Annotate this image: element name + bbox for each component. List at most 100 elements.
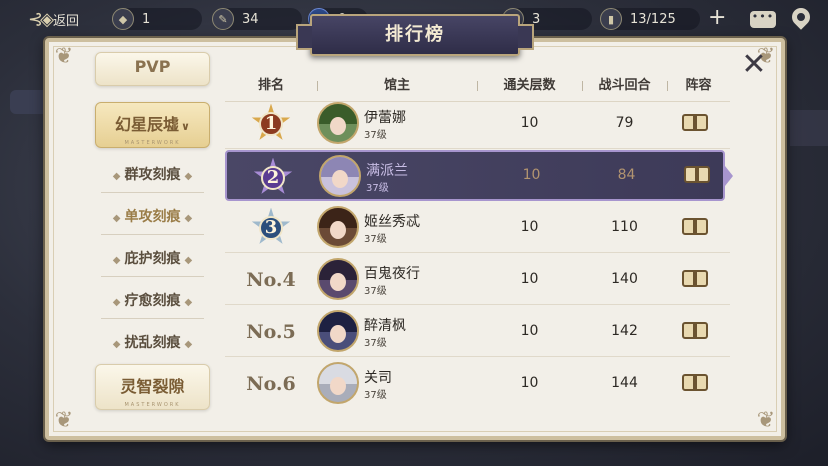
avatar[interactable] xyxy=(317,258,359,300)
resource-shield[interactable]: ◆ 1 xyxy=(112,8,202,30)
owner-cell: 姬丝秀忒 37级 xyxy=(317,202,477,253)
lineup-book-icon[interactable] xyxy=(684,165,712,185)
silver-rank-medal-icon: 2 xyxy=(250,155,296,201)
menu-card-pvp[interactable]: PVP xyxy=(95,52,210,86)
rank-cell: 1 xyxy=(225,98,317,149)
owner-name: 关司 xyxy=(364,370,392,386)
diamond-deco-icon: ◆ xyxy=(184,339,193,350)
masterwork-caption: MASTERWORK xyxy=(124,402,181,408)
bronze-rank-medal-icon: 3 xyxy=(248,205,294,251)
back-arrow-icon: ⊰◈ xyxy=(28,8,54,30)
rounds-value: 142 xyxy=(611,323,638,339)
floors-value: 10 xyxy=(520,375,539,391)
rank-cell: No.5 xyxy=(225,306,317,357)
diamond-deco-icon: ◆ xyxy=(112,297,121,308)
menu-divider xyxy=(101,234,204,235)
owner-cell: 百鬼夜行 37级 xyxy=(317,254,477,305)
gold-rank-medal-icon: 1 xyxy=(248,101,294,147)
owner-level: 37级 xyxy=(364,338,387,349)
table-row[interactable]: No.4 百鬼夜行 37级 10 140 xyxy=(225,254,730,305)
panel-title: 排行榜 xyxy=(296,14,534,56)
owner-cell: 醉清枫 37级 xyxy=(317,306,477,357)
lineup-book-icon[interactable] xyxy=(682,217,710,237)
background-tab xyxy=(10,90,50,114)
diamond-deco-icon: ◆ xyxy=(112,255,121,266)
menu-item-aoe[interactable]: ◆ 群攻刻痕 ◆ xyxy=(95,164,210,184)
diamond-deco-icon: ◆ xyxy=(184,171,193,182)
owner-level: 37级 xyxy=(364,130,387,141)
diamond-deco-icon: ◆ xyxy=(184,213,193,224)
menu-item-single[interactable]: ◆ 单攻刻痕 ◆ xyxy=(95,206,210,226)
lineup-book-icon[interactable] xyxy=(682,113,710,133)
rank-label: No.6 xyxy=(246,372,296,395)
rounds-value: 140 xyxy=(611,271,638,287)
owner-name: 伊蕾娜 xyxy=(364,110,406,126)
floors-value: 10 xyxy=(520,115,539,131)
close-crossed-swords-icon[interactable]: ✕ xyxy=(740,50,768,80)
chat-icon[interactable]: ••• xyxy=(750,11,776,28)
menu-item-protect[interactable]: ◆ 庇护刻痕 ◆ xyxy=(95,248,210,268)
menu-divider xyxy=(101,192,204,193)
rank-cell: 2 xyxy=(227,152,319,203)
owner-level: 37级 xyxy=(364,390,387,401)
menu-card-active-label: 幻星辰墟 xyxy=(115,115,180,134)
rounds-value: 79 xyxy=(615,115,634,131)
menu-card-bottom[interactable]: 灵智裂隙 MASTERWORK xyxy=(95,364,210,410)
owner-level: 37级 xyxy=(364,286,387,297)
menu-card-active[interactable]: 幻星辰墟 ∨ MASTERWORK xyxy=(95,102,210,148)
stamina-icon: ▮ xyxy=(600,8,622,30)
back-button[interactable]: ⊰◈ 返回 xyxy=(28,8,79,30)
avatar[interactable] xyxy=(317,102,359,144)
owner-name: 百鬼夜行 xyxy=(364,266,420,282)
resource-stamina[interactable]: ▮ 13/125 xyxy=(600,8,700,30)
menu-item-disrupt[interactable]: ◆ 扰乱刻痕 ◆ xyxy=(95,332,210,352)
owner-cell: 伊蕾娜 37级 xyxy=(317,98,477,149)
table-row[interactable]: 1 伊蕾娜 37级 10 79 xyxy=(225,98,730,149)
table-row[interactable]: No.5 醉清枫 37级 10 142 xyxy=(225,306,730,357)
owner-name: 姬丝秀忒 xyxy=(364,214,420,230)
owner-cell: 满派兰 37级 xyxy=(319,152,479,203)
floors-value: 10 xyxy=(520,323,539,339)
ranking-table: 排名 馆主 通关层数 战斗回合 阵容 1 伊蕾娜 37级 10 79 2 满派兰… xyxy=(225,70,733,410)
rounds-value: 110 xyxy=(611,219,638,235)
resource-feather[interactable]: ✎ 34 xyxy=(212,8,302,30)
background-panel-edge xyxy=(790,110,828,146)
owner-cell: 关司 37级 xyxy=(317,358,477,409)
menu-card-bottom-label: 灵智裂隙 xyxy=(120,377,185,396)
rank-cell: No.4 xyxy=(225,254,317,305)
rank-cell: No.6 xyxy=(225,358,317,409)
menu-item-heal[interactable]: ◆ 疗愈刻痕 ◆ xyxy=(95,290,210,310)
rounds-value: 84 xyxy=(617,167,636,183)
table-row-highlighted[interactable]: 2 满派兰 37级 10 84 xyxy=(225,150,733,203)
avatar[interactable] xyxy=(317,206,359,248)
menu-divider xyxy=(101,318,204,319)
diamond-deco-icon: ◆ xyxy=(184,297,193,308)
avatar[interactable] xyxy=(317,362,359,404)
add-icon[interactable]: + xyxy=(708,7,726,29)
shield-coin-icon: ◆ xyxy=(112,8,134,30)
table-row[interactable]: No.6 关司 37级 10 144 xyxy=(225,358,730,409)
diamond-deco-icon: ◆ xyxy=(112,339,121,350)
avatar[interactable] xyxy=(319,155,361,197)
diamond-deco-icon: ◆ xyxy=(112,213,121,224)
diamond-deco-icon: ◆ xyxy=(184,255,193,266)
floors-value: 10 xyxy=(522,167,541,183)
lineup-book-icon[interactable] xyxy=(682,269,710,289)
rounds-value: 144 xyxy=(611,375,638,391)
location-pin-icon[interactable] xyxy=(788,4,814,30)
floors-value: 10 xyxy=(520,219,539,235)
rank-cell: 3 xyxy=(225,202,317,253)
avatar[interactable] xyxy=(317,310,359,352)
owner-name: 满派兰 xyxy=(366,163,408,179)
table-row[interactable]: 3 姬丝秀忒 37级 10 110 xyxy=(225,202,730,253)
lineup-book-icon[interactable] xyxy=(682,373,710,393)
lineup-book-icon[interactable] xyxy=(682,321,710,341)
floors-value: 10 xyxy=(520,271,539,287)
menu-divider xyxy=(101,276,204,277)
rank-label: No.5 xyxy=(246,320,296,343)
owner-level: 37级 xyxy=(364,234,387,245)
feather-coin-icon: ✎ xyxy=(212,8,234,30)
diamond-deco-icon: ◆ xyxy=(112,171,121,182)
corner-ornament-icon: ❦ xyxy=(756,408,776,433)
corner-ornament-icon: ❦ xyxy=(54,408,74,433)
